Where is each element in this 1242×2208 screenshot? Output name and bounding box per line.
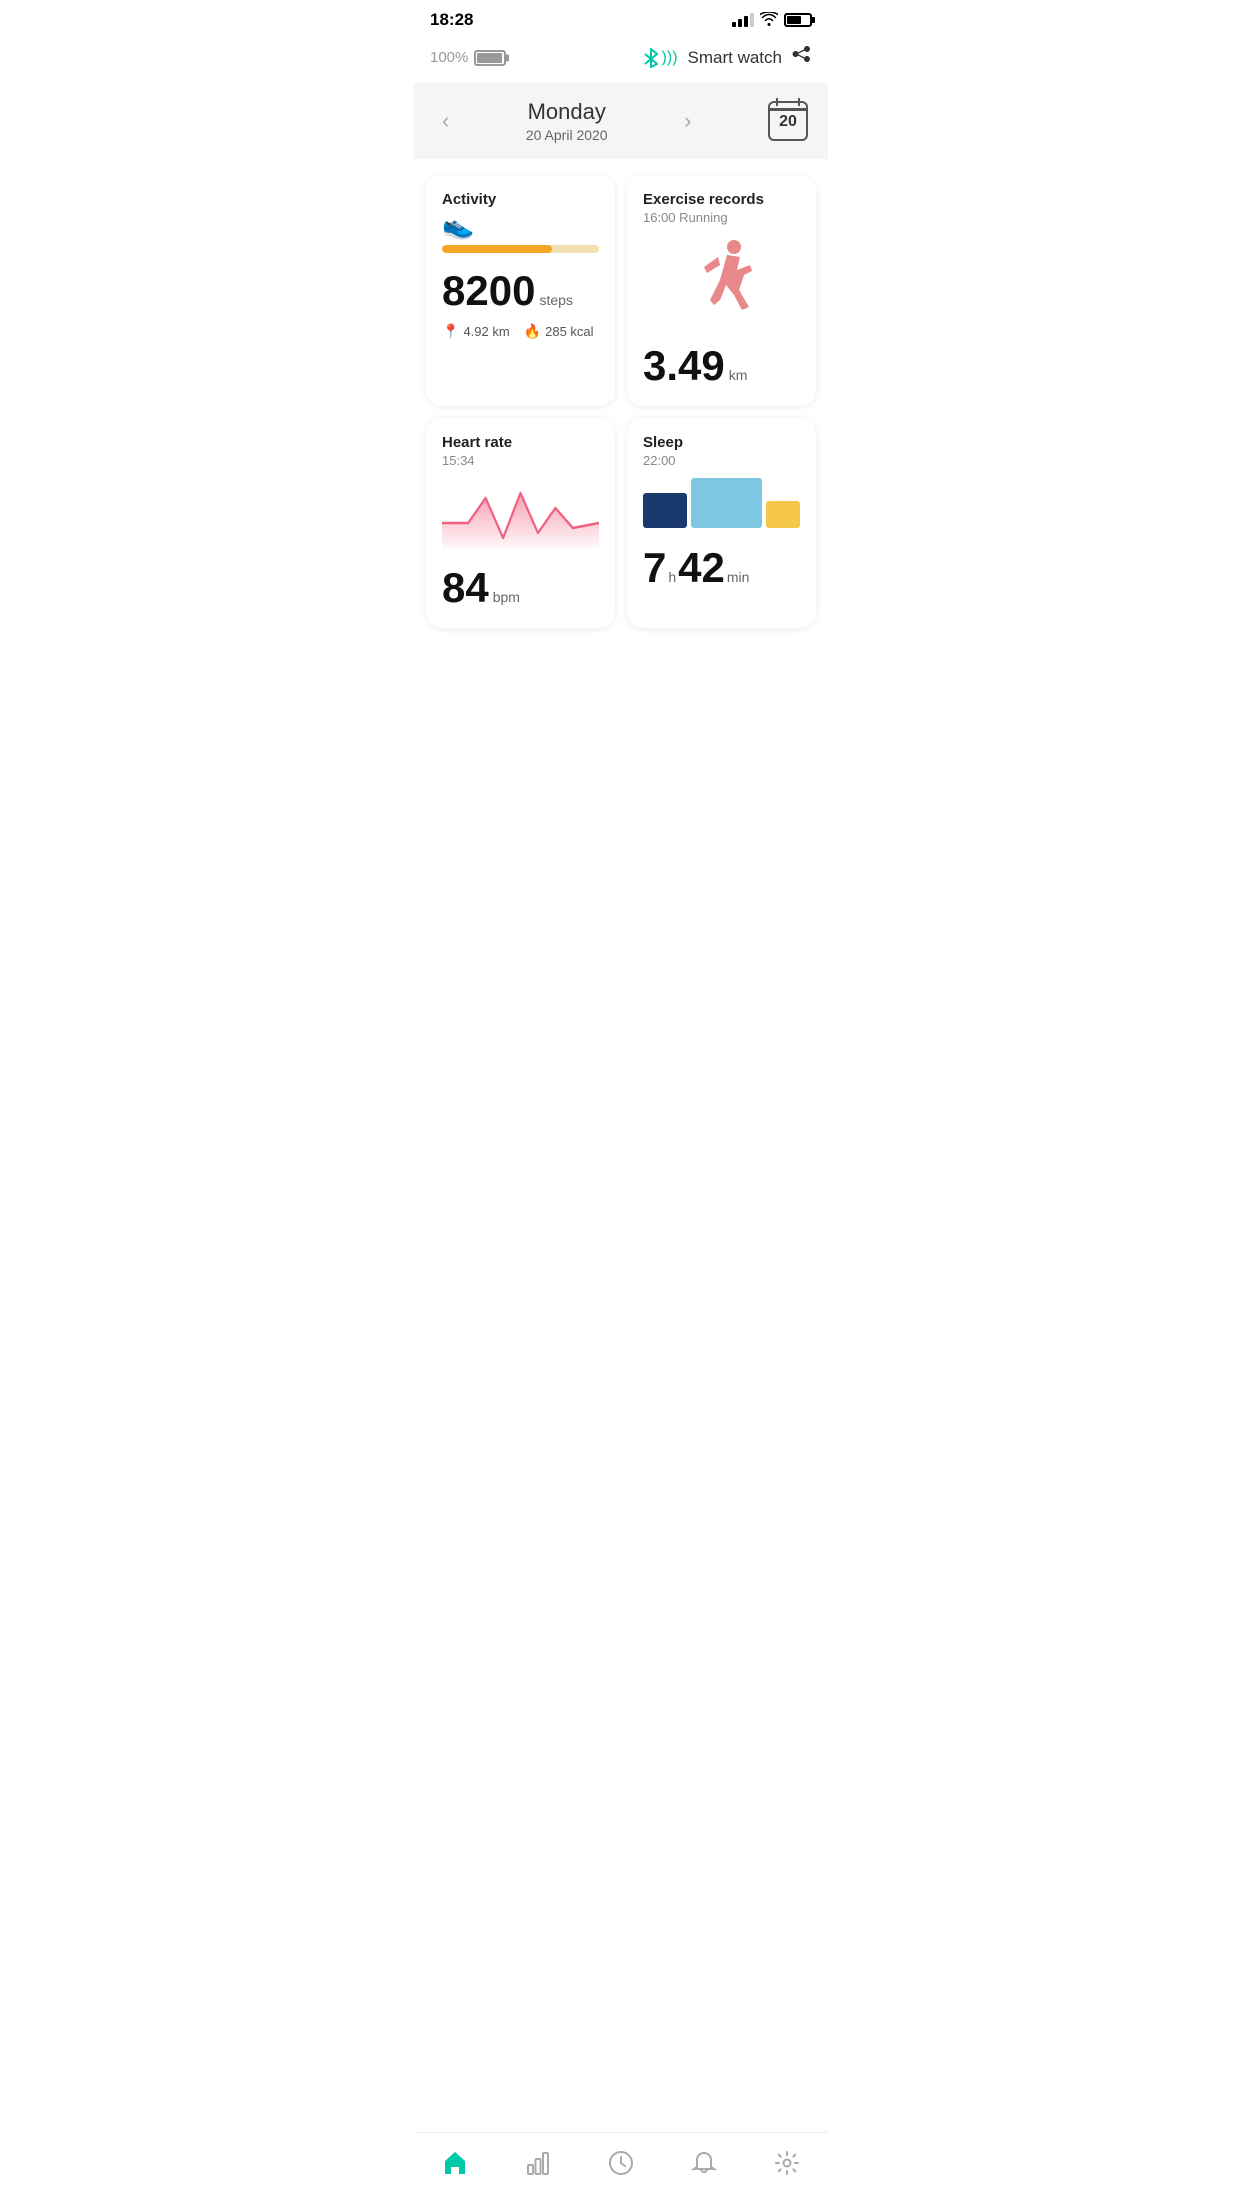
exercise-subtitle: 16:00 Running: [643, 210, 800, 225]
signal-bars-icon: [732, 13, 754, 27]
exercise-distance-number: 3.49: [643, 342, 725, 390]
calories-value: 285 kcal: [545, 324, 593, 339]
nav-spacer: [414, 644, 828, 734]
calories-stat: 🔥 285 kcal: [524, 323, 594, 340]
steps-number: 8200: [442, 267, 535, 315]
distance-stat: 📍 4.92 km: [442, 323, 510, 340]
device-right: ))) Smart watch: [644, 44, 812, 71]
bpm-label: bpm: [493, 589, 520, 605]
device-bar: 100% ))) Smart watch: [414, 36, 828, 83]
bell-icon: [690, 2149, 718, 2184]
flame-icon: 🔥: [524, 323, 541, 340]
calendar-date: 20: [779, 113, 797, 131]
activity-card[interactable]: Activity 👟 8200 steps 📍 4.92 km 🔥 285 kc…: [426, 175, 615, 406]
bpm-count: 84 bpm: [442, 564, 599, 612]
date-day: Monday: [526, 99, 608, 125]
runner-icon: [643, 235, 800, 330]
activity-bar-fill: [442, 245, 552, 253]
nav-clock[interactable]: [607, 2149, 635, 2184]
footsteps-icon: 👟: [442, 210, 599, 241]
nav-settings[interactable]: [773, 2149, 801, 2184]
device-battery-icon: [474, 50, 506, 66]
bpm-number: 84: [442, 564, 489, 612]
activity-stats: 📍 4.92 km 🔥 285 kcal: [442, 323, 599, 340]
activity-progress-bar: [442, 245, 599, 253]
exercise-distance-label: km: [729, 367, 748, 383]
date-full: 20 April 2020: [526, 127, 608, 143]
status-icons: [732, 12, 812, 29]
nav-notifications[interactable]: [690, 2149, 718, 2184]
heart-rate-card[interactable]: Heart rate 15:34 84 bpm: [426, 418, 615, 628]
cards-grid: Activity 👟 8200 steps 📍 4.92 km 🔥 285 kc…: [414, 159, 828, 644]
sleep-deep-bar: [643, 493, 687, 528]
battery-icon: [784, 13, 812, 27]
sleep-card[interactable]: Sleep 22:00 7 h 42 min: [627, 418, 816, 628]
next-day-button[interactable]: ›: [676, 104, 699, 138]
calendar-icon[interactable]: 20: [768, 101, 808, 141]
stats-icon: [524, 2149, 552, 2184]
clock-icon: [607, 2149, 635, 2184]
exercise-card[interactable]: Exercise records 16:00 Running 3.49 km: [627, 175, 816, 406]
steps-count: 8200 steps: [442, 267, 599, 315]
activity-title: Activity: [442, 191, 599, 208]
sleep-count: 7 h 42 min: [643, 544, 800, 592]
status-bar: 18:28: [414, 0, 828, 36]
prev-day-button[interactable]: ‹: [434, 104, 457, 138]
sleep-title: Sleep: [643, 434, 800, 451]
status-time: 18:28: [430, 10, 473, 30]
heart-rate-subtitle: 15:34: [442, 453, 599, 468]
date-navigation: ‹ Monday 20 April 2020 › 20: [414, 83, 828, 159]
sleep-hours-unit: h: [668, 569, 676, 585]
sleep-subtitle: 22:00: [643, 453, 800, 468]
steps-label: steps: [539, 292, 572, 308]
distance-value: 4.92 km: [463, 324, 509, 339]
location-icon: 📍: [442, 323, 459, 340]
sleep-chart: [643, 478, 800, 528]
exercise-distance: 3.49 km: [643, 342, 800, 390]
home-icon: [441, 2149, 469, 2184]
device-battery: 100%: [430, 49, 506, 66]
date-center: Monday 20 April 2020: [526, 99, 608, 143]
sleep-light-bar: [691, 478, 762, 528]
exercise-title: Exercise records: [643, 191, 800, 208]
wifi-icon: [760, 12, 778, 29]
nav-stats[interactable]: [524, 2149, 552, 2184]
sleep-minutes-unit: min: [727, 569, 750, 585]
bluetooth-icon: ))): [644, 48, 678, 68]
share-icon[interactable]: [792, 44, 812, 71]
sleep-minutes: 42: [678, 544, 725, 592]
settings-icon: [773, 2149, 801, 2184]
nav-home[interactable]: [441, 2149, 469, 2184]
heart-rate-chart: [442, 478, 599, 548]
device-name: Smart watch: [688, 48, 782, 68]
sleep-rem-bar: [766, 501, 801, 529]
heart-rate-title: Heart rate: [442, 434, 599, 451]
bottom-navigation: [414, 2132, 828, 2208]
device-battery-percent: 100%: [430, 49, 468, 66]
sleep-hours: 7: [643, 544, 666, 592]
